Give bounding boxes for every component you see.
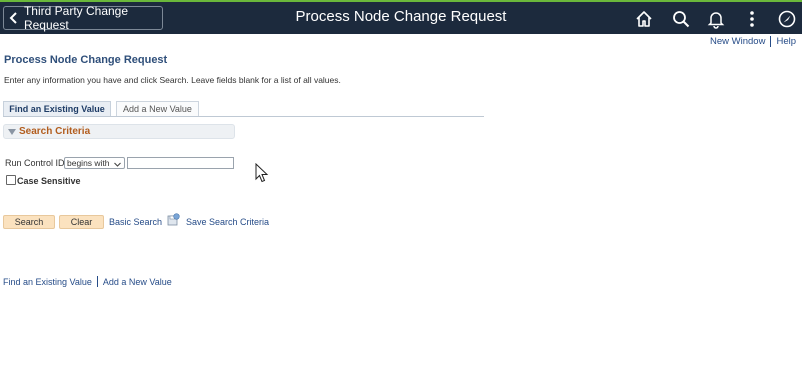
bell-icon[interactable] bbox=[706, 9, 726, 29]
search-button[interactable]: Search bbox=[3, 215, 55, 229]
instructions-text: Enter any information you have and click… bbox=[4, 75, 341, 85]
more-icon[interactable] bbox=[742, 9, 762, 29]
search-criteria-label: Search Criteria bbox=[19, 126, 91, 137]
home-icon[interactable] bbox=[634, 9, 654, 29]
operator-select[interactable]: begins with bbox=[64, 157, 125, 169]
top-links: New Window Help bbox=[710, 36, 796, 47]
new-window-link[interactable]: New Window bbox=[710, 36, 765, 47]
case-sensitive-checkbox[interactable] bbox=[6, 175, 16, 185]
add-new-value-link[interactable]: Add a New Value bbox=[103, 277, 172, 287]
search-criteria-header[interactable]: Search Criteria bbox=[3, 124, 235, 139]
chevron-down-icon bbox=[114, 160, 121, 167]
help-link[interactable]: Help bbox=[776, 36, 796, 47]
save-search-criteria-link[interactable]: Save Search Criteria bbox=[186, 217, 269, 227]
link-separator bbox=[770, 36, 772, 47]
save-search-icon[interactable] bbox=[167, 213, 180, 226]
search-icon[interactable] bbox=[671, 9, 691, 29]
mouse-pointer-icon bbox=[255, 162, 269, 183]
bottom-links: Find an Existing Value Add a New Value bbox=[3, 276, 172, 287]
page-title: Process Node Change Request bbox=[4, 54, 168, 66]
tab-add-new-value[interactable]: Add a New Value bbox=[116, 101, 199, 116]
find-existing-value-link[interactable]: Find an Existing Value bbox=[3, 277, 92, 287]
case-sensitive-label: Case Sensitive bbox=[17, 176, 81, 186]
operator-select-value: begins with bbox=[67, 158, 110, 168]
collapse-triangle-icon bbox=[8, 128, 16, 135]
header-bar: Third Party Change Request Process Node … bbox=[0, 0, 802, 34]
clear-button[interactable]: Clear bbox=[59, 215, 104, 229]
run-control-id-label: Run Control ID bbox=[5, 158, 65, 168]
link-separator bbox=[96, 276, 98, 287]
tab-find-existing-value[interactable]: Find an Existing Value bbox=[3, 101, 111, 116]
search-tabs: Find an Existing Value Add a New Value bbox=[3, 101, 484, 117]
run-control-id-input[interactable] bbox=[127, 157, 234, 169]
basic-search-link[interactable]: Basic Search bbox=[109, 217, 162, 227]
navbar-icon[interactable] bbox=[777, 9, 797, 29]
